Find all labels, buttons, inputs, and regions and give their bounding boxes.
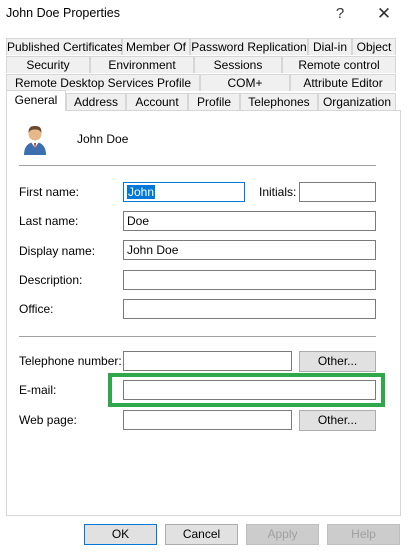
description-label: Description: — [19, 273, 83, 287]
initials-label: Initials: — [259, 185, 297, 199]
tab-profile[interactable]: Profile — [188, 93, 240, 110]
ok-button[interactable]: OK — [84, 524, 157, 545]
tab-com-plus[interactable]: COM+ — [200, 74, 290, 91]
tab-member-of[interactable]: Member Of — [122, 38, 190, 55]
tab-general[interactable]: General — [6, 90, 66, 111]
tab-address[interactable]: Address — [66, 93, 126, 110]
tab-security[interactable]: Security — [6, 56, 90, 73]
first-name-label: First name: — [19, 185, 80, 199]
tab-attribute-editor[interactable]: Attribute Editor — [290, 74, 396, 91]
tab-dial-in[interactable]: Dial-in — [308, 38, 352, 55]
tab-remote-desktop-services-profile[interactable]: Remote Desktop Services Profile — [6, 74, 200, 91]
telephone-field[interactable] — [123, 351, 292, 371]
web-page-label: Web page: — [19, 413, 77, 427]
first-name-field[interactable]: John — [123, 182, 245, 202]
telephone-other-button[interactable]: Other... — [299, 351, 376, 372]
tab-published-certificates[interactable]: Published Certificates — [6, 38, 123, 55]
web-page-other-button[interactable]: Other... — [299, 410, 376, 431]
email-label: E-mail: — [19, 383, 57, 397]
tab-organization[interactable]: Organization — [318, 93, 396, 110]
tab-password-replication[interactable]: Password Replication — [190, 38, 308, 55]
tab-account[interactable]: Account — [126, 93, 188, 110]
tab-object[interactable]: Object — [352, 38, 396, 55]
separator — [19, 165, 376, 166]
help-icon[interactable]: ? — [327, 3, 353, 25]
close-icon[interactable]: ✕ — [371, 3, 397, 25]
tab-remote-control[interactable]: Remote control — [282, 56, 396, 73]
tab-sessions[interactable]: Sessions — [194, 56, 282, 73]
initials-field[interactable] — [299, 182, 376, 202]
apply-button[interactable]: Apply — [246, 524, 319, 545]
window-title: John Doe Properties — [6, 6, 120, 20]
separator — [19, 336, 376, 337]
display-name-label: Display name: — [19, 244, 96, 258]
help-button[interactable]: Help — [327, 524, 400, 545]
office-field[interactable] — [123, 299, 376, 319]
first-name-value: John — [127, 185, 156, 199]
email-field[interactable] — [123, 380, 376, 400]
display-name-field[interactable]: John Doe — [123, 240, 376, 260]
user-icon — [22, 124, 48, 156]
tab-environment[interactable]: Environment — [90, 56, 194, 73]
web-page-field[interactable] — [123, 410, 292, 430]
telephone-label: Telephone number: — [19, 354, 122, 368]
description-field[interactable] — [123, 270, 376, 290]
user-display-name: John Doe — [77, 132, 129, 146]
tab-telephones[interactable]: Telephones — [240, 93, 318, 110]
cancel-button[interactable]: Cancel — [165, 524, 238, 545]
office-label: Office: — [19, 302, 54, 316]
last-name-label: Last name: — [19, 214, 79, 228]
last-name-field[interactable]: Doe — [123, 211, 376, 231]
